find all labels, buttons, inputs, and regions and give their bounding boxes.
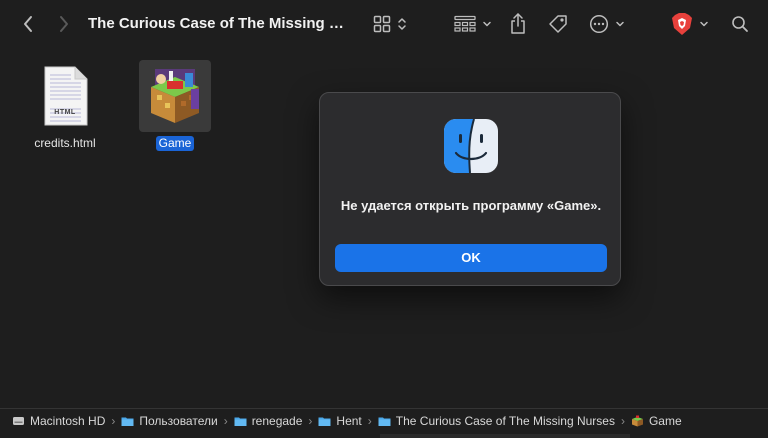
window-resize-strip <box>380 434 630 438</box>
chevron-down-icon <box>700 21 708 27</box>
action-menu-button[interactable] <box>587 12 627 36</box>
path-separator: › <box>367 413 372 428</box>
folder-icon <box>318 417 331 426</box>
chevron-down-icon <box>483 21 491 27</box>
back-button[interactable] <box>16 12 40 36</box>
folder-icon <box>121 417 134 426</box>
forward-button[interactable] <box>52 12 76 36</box>
search-icon <box>732 16 748 32</box>
game-app-icon-tile <box>139 60 211 132</box>
toolbar: The Curious Case of The Missing Nurses <box>0 0 768 48</box>
finder-icon <box>444 118 498 174</box>
group-button[interactable] <box>452 12 494 36</box>
hard-drive-icon <box>13 416 24 425</box>
path-item-users[interactable]: Пользователи <box>121 414 218 428</box>
path-item-macintosh-hd[interactable]: Macintosh HD <box>12 414 105 428</box>
path-item-game[interactable]: Game <box>631 414 682 428</box>
file-item-game[interactable]: Game <box>134 60 216 151</box>
path-separator: › <box>223 413 228 428</box>
ok-button[interactable]: OK <box>335 244 607 272</box>
ellipsis-circle-icon <box>589 14 609 34</box>
dialog-message: Не удается открыть программу «Game». <box>340 198 602 213</box>
chevron-right-icon <box>60 16 68 32</box>
view-mode-button[interactable] <box>370 12 410 36</box>
path-bar: Macintosh HD › Пользователи › renegade ›… <box>0 408 768 432</box>
path-item-hent[interactable]: Hent <box>318 414 362 428</box>
file-label: credits.html <box>34 136 96 150</box>
group-icon <box>454 15 476 32</box>
brave-shield-icon <box>672 13 692 35</box>
file-label: Game <box>155 136 195 151</box>
brave-extension-button[interactable] <box>668 11 712 37</box>
path-separator: › <box>308 413 313 428</box>
game-app-icon <box>151 69 199 123</box>
folder-icon <box>234 417 247 426</box>
tag-button[interactable] <box>545 12 571 36</box>
chevron-down-icon <box>616 21 624 27</box>
chevron-updown-icon <box>398 18 406 30</box>
html-badge: HTML <box>54 109 76 116</box>
path-item-game-folder[interactable]: The Curious Case of The Missing Nurses <box>378 414 615 428</box>
finder-window: The Curious Case of The Missing Nurses H… <box>0 0 768 438</box>
alert-dialog: Не удается открыть программу «Game». OK <box>319 92 621 286</box>
file-item-credits[interactable]: HTML credits.html <box>24 60 106 151</box>
path-separator: › <box>620 413 625 428</box>
path-separator: › <box>111 413 116 428</box>
folder-icon <box>378 417 391 426</box>
tag-icon <box>549 15 567 33</box>
game-app-icon <box>631 415 643 426</box>
html-document-icon <box>29 60 101 132</box>
path-item-renegade[interactable]: renegade <box>234 414 302 428</box>
window-title: The Curious Case of The Missing Nurses <box>88 15 354 32</box>
search-button[interactable] <box>728 12 752 36</box>
grid-view-icon <box>373 15 391 33</box>
chevron-left-icon <box>24 16 32 32</box>
share-button[interactable] <box>507 10 529 38</box>
share-icon <box>511 13 525 34</box>
